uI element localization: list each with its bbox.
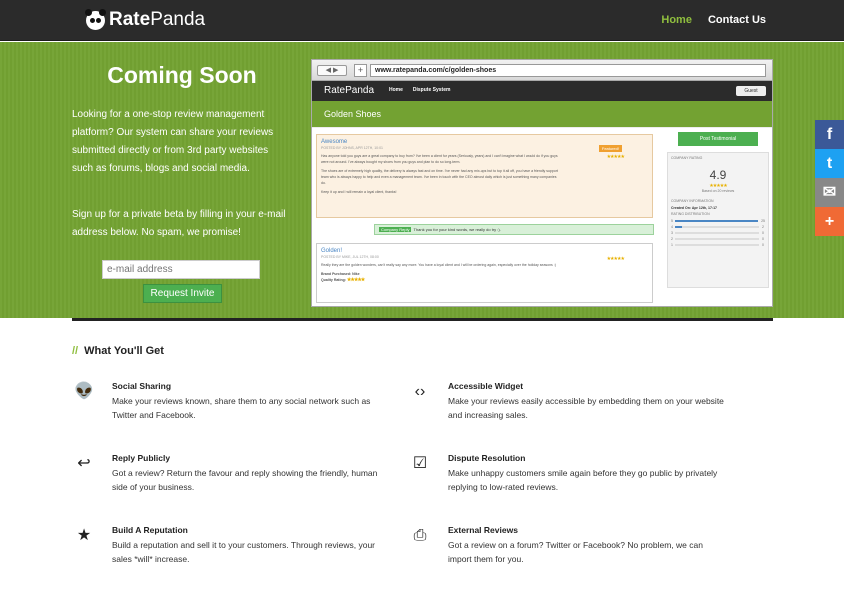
reputation-icon: ★	[76, 527, 92, 544]
hero-intro: Looking for a one-stop review management…	[72, 109, 274, 174]
reddit-icon: 👽	[74, 383, 94, 400]
logo-rate-text: Rate	[109, 9, 151, 30]
back-forward-icon: ◀ ▶	[317, 65, 347, 76]
new-tab-icon: +	[354, 64, 367, 77]
mockup-navbar: RatePanda Home Dispute System Guest	[312, 81, 772, 101]
feature-title: Reply Publicly	[112, 453, 171, 463]
rating-based: Based on 20 reviews	[701, 189, 735, 193]
star-rating-icon: ★★★★★	[606, 256, 625, 262]
distribution-row: 42	[671, 224, 765, 229]
rating-value: 4.9	[709, 168, 727, 182]
distribution-count: 25	[761, 218, 765, 223]
share-more-icon[interactable]: +	[815, 207, 844, 236]
feature-title: Build A Reputation	[112, 525, 188, 535]
company-reply-text: Thank you for your kind words, we really…	[413, 227, 501, 232]
section-divider	[72, 318, 773, 321]
feature-title: External Reviews	[448, 525, 518, 535]
twitter-icon[interactable]: t	[815, 149, 844, 178]
code-icon: ‹›	[414, 383, 426, 400]
distribution-fill	[675, 225, 682, 228]
distribution-row: 30	[671, 230, 765, 235]
feature-text: Got a review? Return the favour and repl…	[112, 468, 378, 492]
feature-text: Got a review on a forum? Twitter or Face…	[448, 540, 703, 564]
distribution-track	[675, 243, 759, 246]
distribution-count: 0	[762, 236, 764, 241]
feature-text: Make your reviews easily accessible by e…	[448, 396, 724, 420]
mockup-guest-dropdown: Guest	[736, 86, 766, 96]
distribution-row: 5 25	[671, 218, 765, 223]
feature-title: Dispute Resolution	[448, 453, 526, 463]
distribution-track	[675, 237, 759, 240]
created-on: Created On: Apr 12th, 17:17	[671, 206, 717, 210]
feature-title: Social Sharing	[112, 381, 172, 391]
distribution-track	[675, 225, 759, 228]
email-input[interactable]	[102, 260, 260, 279]
nav-contact-link[interactable]: Contact Us	[708, 14, 766, 26]
mockup-home-link: Home	[389, 87, 403, 93]
logo[interactable]: Rate Panda	[85, 8, 206, 31]
company-reply-tag: Company Reply	[379, 227, 412, 232]
distribution-count: 0	[762, 230, 764, 235]
heading-slashes: //	[72, 345, 79, 357]
distribution-fill	[674, 219, 759, 222]
nav-home-link[interactable]: Home	[661, 14, 692, 26]
logo-panda-text: Panda	[150, 9, 206, 30]
distribution-track	[675, 231, 759, 234]
distribution-count: 0	[762, 242, 764, 247]
distribution-label: RATING DISTRIBUTION	[671, 212, 710, 216]
address-bar: www.ratepanda.com/c/golden-shoes	[370, 64, 766, 77]
featured-badge: Featured!	[598, 145, 622, 152]
reply-icon: ↩	[77, 455, 91, 472]
feature-text: Make unhappy customers smile again befor…	[448, 468, 718, 492]
mockup-sidebar: Post Testimonial COMPANY RATING 4.9 ★★★★…	[667, 132, 771, 302]
company-rating-box: COMPANY RATING 4.9 ★★★★★ Based on 20 rev…	[667, 152, 769, 288]
hero-title: Coming Soon	[107, 62, 257, 88]
mockup-body: Awesome POSTED BY JOHNS, APR 12TH, 10:01…	[312, 128, 772, 306]
feature-title: Accessible Widget	[448, 381, 524, 391]
info-label: COMPANY INFORMATION	[671, 199, 714, 203]
review-body: Really they are the golden wonders, can'…	[321, 263, 556, 267]
post-testimonial-button: Post Testimonial	[678, 132, 758, 146]
distribution-track	[674, 219, 759, 222]
features-heading-text: What You'll Get	[84, 345, 164, 357]
hero-section: Coming Soon Looking for a one-stop revie…	[0, 42, 844, 318]
panda-icon	[85, 8, 106, 30]
checklist-icon: ☑	[412, 455, 428, 472]
star-rating-icon: ★★★★★	[346, 277, 365, 283]
features-heading: // What You'll Get	[72, 345, 164, 357]
distribution-row: 20	[671, 236, 765, 241]
mockup-company-reply: Company Reply Thank you for your kind wor…	[374, 224, 654, 235]
review-body: Has anyone told you guys are a great com…	[321, 154, 558, 194]
review-title: Golden!	[321, 248, 343, 254]
star-rating-icon: ★★★★★	[606, 154, 625, 160]
mockup-review-featured: Awesome POSTED BY JOHNS, APR 12TH, 10:01…	[316, 134, 653, 218]
request-invite-button[interactable]: Request Invite	[143, 284, 222, 303]
mockup-review: Golden! POSTED BY MIKE, JUL 12TH, 08:00 …	[316, 243, 653, 303]
rating-distribution: 5 25 4 2 3 0 2 0 1 0	[671, 218, 765, 247]
feature-text: Make your reviews known, share them to a…	[112, 396, 371, 420]
mockup-dispute-link: Dispute System	[412, 87, 451, 93]
distribution-row: 10	[671, 242, 765, 247]
feature-text: Build a reputation and sell it to your c…	[112, 540, 376, 564]
main-nav: Home Contact Us	[661, 14, 766, 26]
top-navbar: Rate Panda Home Contact Us	[0, 0, 844, 41]
browser-chrome: ◀ ▶ + www.ratepanda.com/c/golden-shoes	[312, 60, 772, 81]
review-quality: Quality Rating:	[321, 278, 346, 282]
distribution-count: 2	[762, 224, 764, 229]
mockup-company-header: Golden Shoes	[312, 101, 772, 127]
social-share-bar: f t ✉ +	[815, 120, 844, 236]
hero-signup-text: Sign up for a private beta by filling in…	[72, 209, 286, 238]
mockup-logo: RatePanda	[324, 85, 375, 96]
facebook-icon[interactable]: f	[815, 120, 844, 149]
rating-label: COMPANY RATING	[671, 156, 703, 160]
external-icon: ⎙	[413, 527, 427, 544]
browser-mockup: ◀ ▶ + www.ratepanda.com/c/golden-shoes R…	[311, 59, 773, 307]
review-meta: POSTED BY MIKE, JUL 12TH, 08:00	[321, 255, 379, 259]
email-icon[interactable]: ✉	[815, 178, 844, 207]
